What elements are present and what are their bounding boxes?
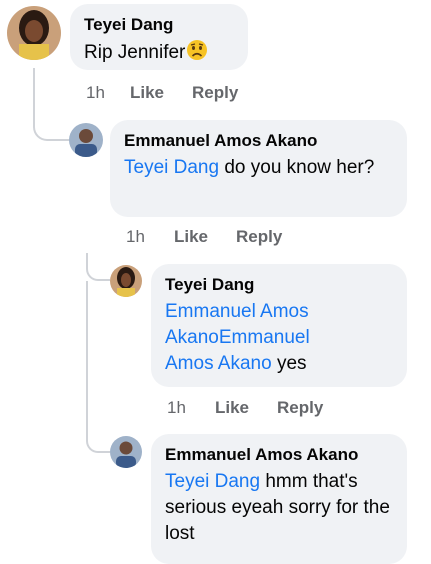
comment-text: Teyei Dang hmm that's serious eyeah sorr… <box>165 471 390 544</box>
thread-line-nested-1 <box>86 253 110 281</box>
reply-button[interactable]: Reply <box>277 398 323 418</box>
comment-text: Rip Jennifer <box>84 39 234 69</box>
comment-author[interactable]: Emmanuel Amos Akano <box>165 444 393 466</box>
avatar[interactable] <box>110 265 142 297</box>
comment-time[interactable]: 1h <box>167 398 215 418</box>
profile-photo-icon <box>69 123 103 157</box>
comment-time[interactable]: 1h <box>126 227 174 247</box>
comment-text: Teyei Dang do you know her? <box>124 157 375 178</box>
comment-bubble: Teyei Dang Emmanuel Amos AkanoEmmanuel A… <box>151 264 407 387</box>
profile-photo-icon <box>7 6 61 60</box>
worried-face-emoji-icon <box>186 39 208 69</box>
like-button[interactable]: Like <box>130 83 192 103</box>
comment-time[interactable]: 1h <box>86 83 130 103</box>
like-button[interactable]: Like <box>215 398 277 418</box>
profile-photo-icon <box>110 265 142 297</box>
mention-link[interactable]: Teyei Dang <box>124 157 219 178</box>
avatar[interactable] <box>110 436 142 468</box>
comment-author[interactable]: Emmanuel Amos Akano <box>124 130 393 152</box>
comment-author[interactable]: Teyei Dang <box>165 274 393 296</box>
reply-button[interactable]: Reply <box>236 227 282 247</box>
profile-photo-icon <box>110 436 142 468</box>
comment-actions: 1h Like Reply <box>167 398 323 418</box>
avatar[interactable] <box>7 6 61 60</box>
comment-text: Emmanuel Amos AkanoEmmanuel Amos Akano y… <box>165 301 310 374</box>
reply-button[interactable]: Reply <box>192 83 238 103</box>
comment-actions: 1h Like Reply <box>126 227 282 247</box>
comment-bubble: Teyei Dang Rip Jennifer <box>70 4 248 70</box>
comment-actions: 1h Like Reply <box>86 83 238 103</box>
avatar[interactable] <box>69 123 103 157</box>
like-button[interactable]: Like <box>174 227 236 247</box>
comment-author[interactable]: Teyei Dang <box>84 14 234 36</box>
comment-bubble: Emmanuel Amos Akano Teyei Dang do you kn… <box>110 120 407 217</box>
comment-bubble: Emmanuel Amos Akano Teyei Dang hmm that'… <box>151 434 407 564</box>
thread-line-main <box>33 68 69 141</box>
thread-line-nested-2 <box>86 281 110 453</box>
mention-link[interactable]: Teyei Dang <box>165 471 260 492</box>
